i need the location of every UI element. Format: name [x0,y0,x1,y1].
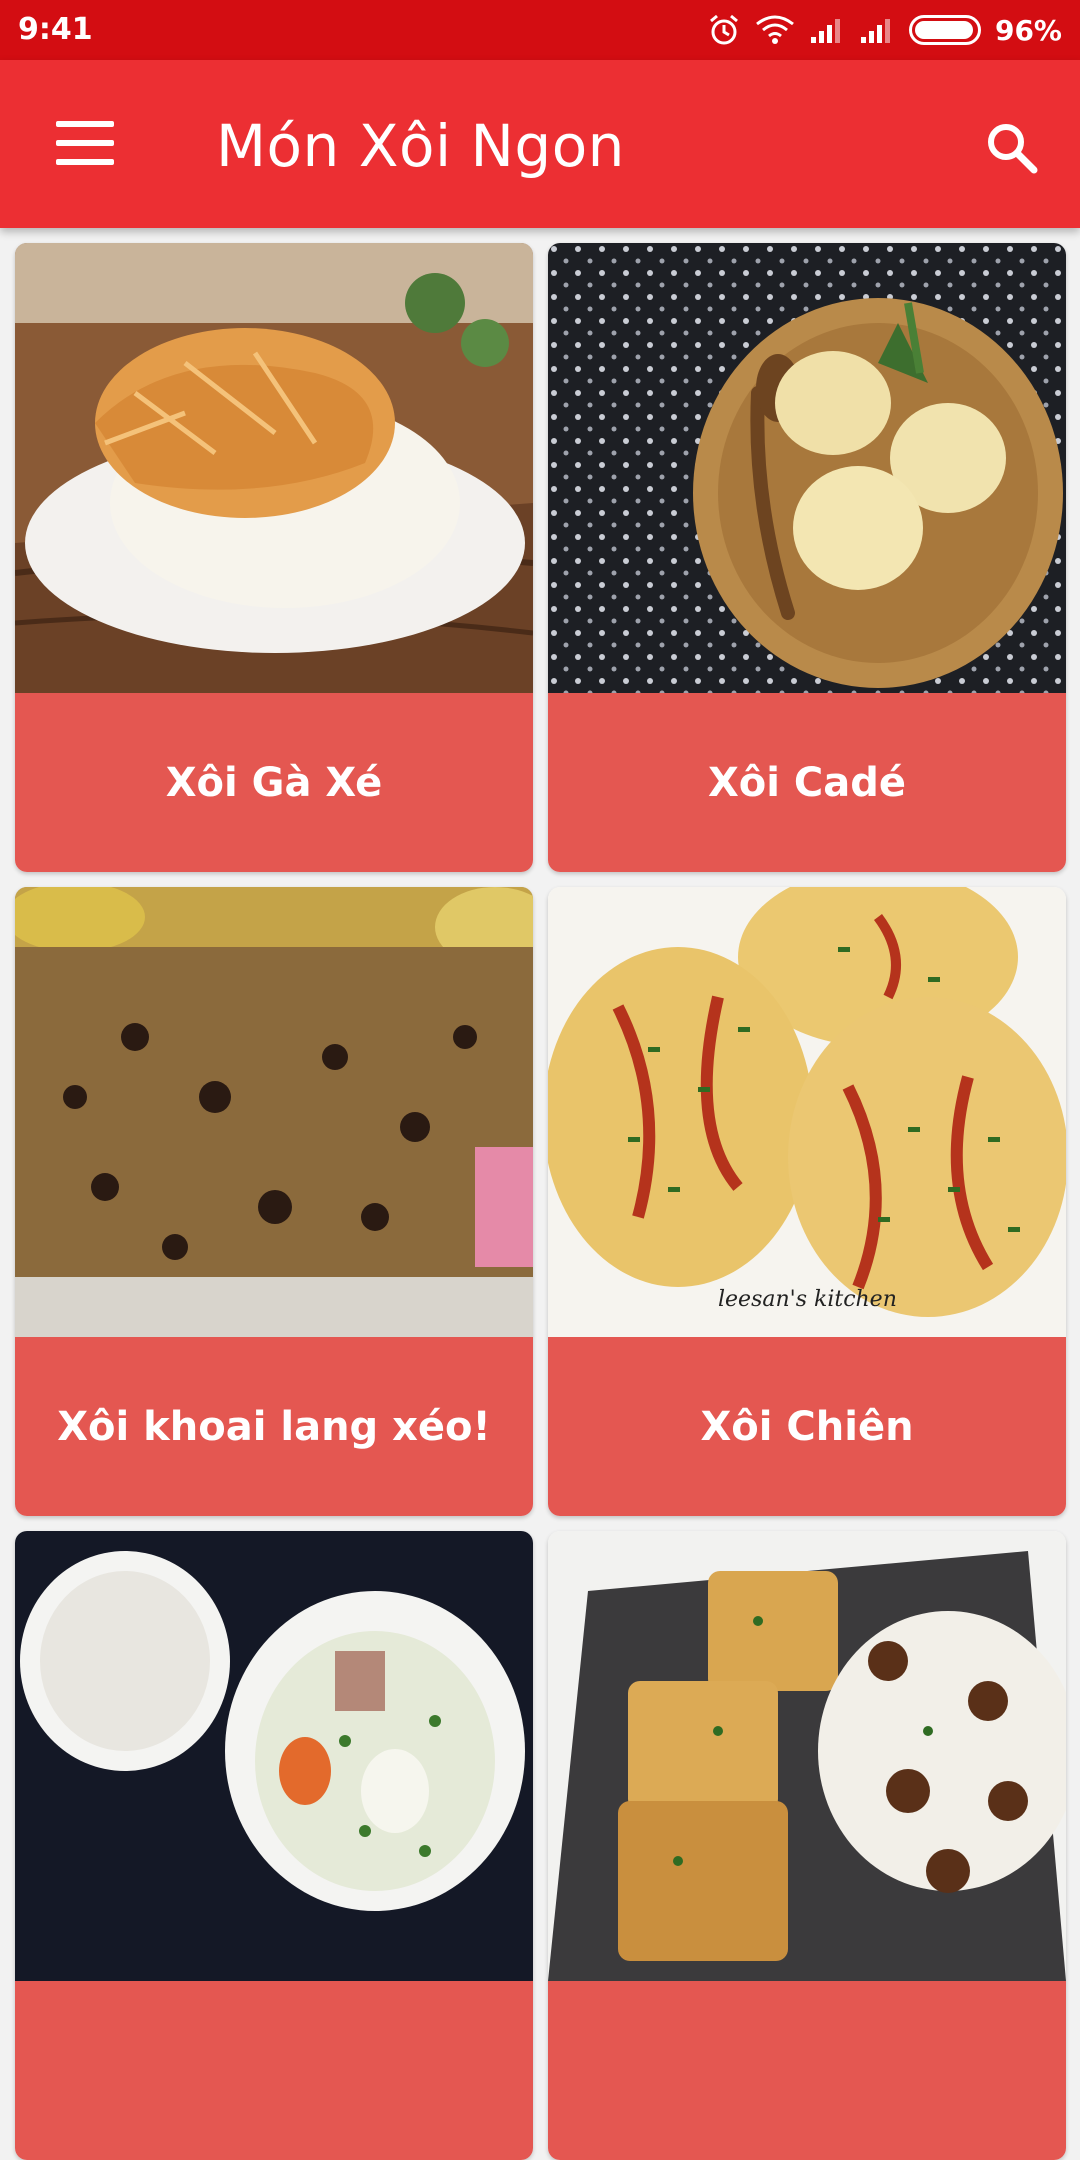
battery-icon [908,15,981,45]
recipe-image [15,1531,533,1981]
status-icons: 96% [707,10,1062,50]
recipe-image: leesan's kitchen [548,887,1066,1337]
app-title: Món Xôi Ngon [216,112,625,180]
signal-icon [859,15,895,45]
search-icon[interactable] [972,108,1052,188]
recipe-card[interactable] [15,1531,533,2160]
app-bar: Món Xôi Ngon [0,60,1080,228]
recipe-image [15,243,533,693]
status-time: 9:41 [18,12,93,47]
alarm-icon [707,13,741,47]
recipe-title: Xôi Gà Xé [15,693,533,872]
recipe-card[interactable]: Xôi khoai lang xéo! [15,887,533,1516]
recipe-title: Xôi Cadé [548,693,1066,872]
recipe-grid: Xôi Gà Xé Xôi Cadé Xôi khoai lang xéo! l… [15,243,1066,2160]
image-watermark: leesan's kitchen [718,1287,897,1312]
recipe-title: Xôi khoai lang xéo! [15,1337,533,1516]
recipe-card[interactable]: Xôi Cadé [548,243,1066,872]
status-bar: 9:41 96% [0,0,1080,60]
recipe-title [15,1981,533,2160]
signal-icon [809,15,845,45]
recipe-card[interactable] [548,1531,1066,2160]
recipe-image [15,887,533,1337]
hamburger-menu-icon[interactable] [40,108,130,178]
battery-fill [914,21,973,39]
recipe-card[interactable]: leesan's kitchen Xôi Chiên [548,887,1066,1516]
recipe-image [548,243,1066,693]
wifi-icon [755,14,795,46]
recipe-title [548,1981,1066,2160]
recipe-image [548,1531,1066,1981]
recipe-title: Xôi Chiên [548,1337,1066,1516]
battery-percent: 96% [994,13,1062,47]
recipe-card[interactable]: Xôi Gà Xé [15,243,533,872]
